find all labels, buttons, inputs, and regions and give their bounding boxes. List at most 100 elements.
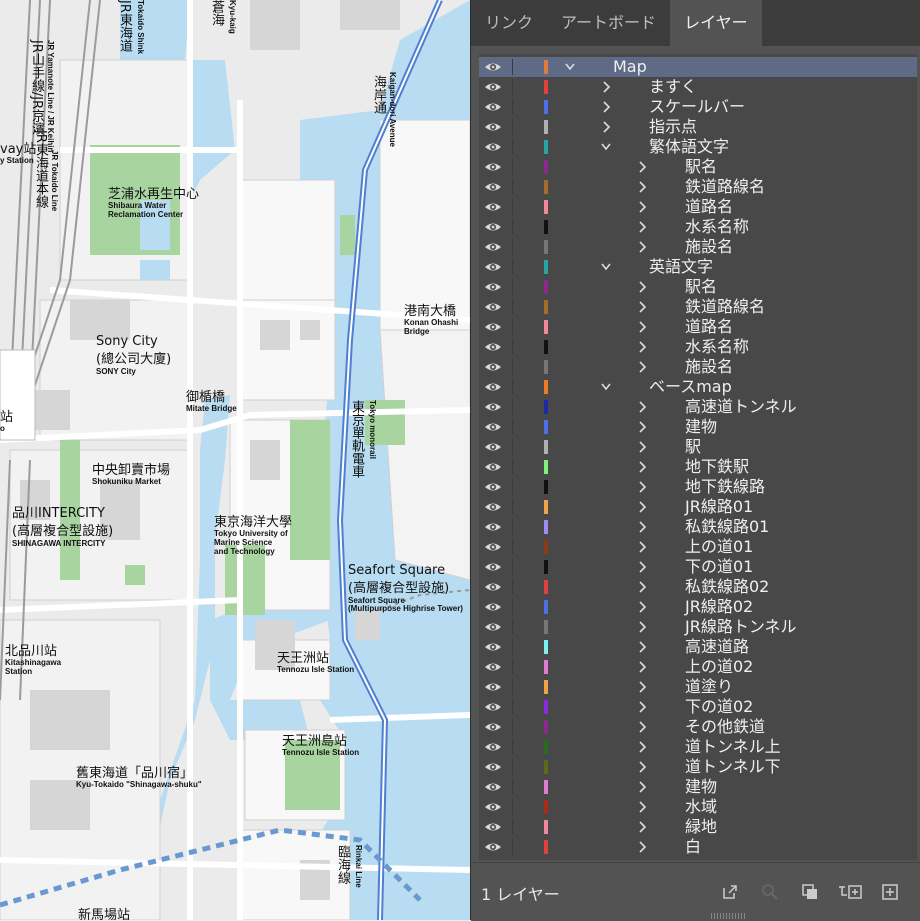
visibility-eye-icon[interactable]: [484, 380, 502, 394]
layer-row[interactable]: 地下鉄線路: [479, 477, 917, 497]
visibility-eye-icon[interactable]: [484, 220, 502, 234]
tab-artboards[interactable]: アートボード: [547, 0, 670, 46]
layer-row[interactable]: 駅名: [479, 157, 917, 177]
lock-column[interactable]: [512, 479, 513, 495]
create-sublayer-icon[interactable]: [837, 883, 863, 901]
lock-column[interactable]: [512, 739, 513, 755]
chevron-right-icon[interactable]: [637, 160, 647, 174]
visibility-eye-icon[interactable]: [484, 500, 502, 514]
chevron-right-icon[interactable]: [637, 660, 647, 674]
visibility-eye-icon[interactable]: [484, 660, 502, 674]
visibility-eye-icon[interactable]: [484, 480, 502, 494]
chevron-down-icon[interactable]: [601, 260, 611, 274]
layer-row[interactable]: 上の道01: [479, 537, 917, 557]
chevron-right-icon[interactable]: [637, 460, 647, 474]
lock-column[interactable]: [512, 79, 513, 95]
lock-column[interactable]: [512, 539, 513, 555]
visibility-eye-icon[interactable]: [484, 160, 502, 174]
lock-column[interactable]: [512, 179, 513, 195]
lock-column[interactable]: [512, 439, 513, 455]
visibility-eye-icon[interactable]: [484, 580, 502, 594]
lock-column[interactable]: [512, 819, 513, 835]
chevron-right-icon[interactable]: [637, 400, 647, 414]
lock-column[interactable]: [512, 619, 513, 635]
visibility-eye-icon[interactable]: [484, 560, 502, 574]
layer-row[interactable]: 繁体語文字: [479, 137, 917, 157]
chevron-right-icon[interactable]: [601, 100, 611, 114]
collect-export-icon[interactable]: [721, 883, 739, 901]
layer-row[interactable]: 建物: [479, 417, 917, 437]
lock-column[interactable]: [512, 499, 513, 515]
lock-column[interactable]: [512, 599, 513, 615]
lock-column[interactable]: [512, 459, 513, 475]
visibility-eye-icon[interactable]: [484, 180, 502, 194]
chevron-right-icon[interactable]: [637, 820, 647, 834]
chevron-right-icon[interactable]: [637, 580, 647, 594]
visibility-eye-icon[interactable]: [484, 840, 502, 854]
locate-object-icon[interactable]: [761, 883, 779, 901]
layer-row[interactable]: 駅名: [479, 277, 917, 297]
layer-row[interactable]: 高速道トンネル: [479, 397, 917, 417]
layer-row[interactable]: 下の道02: [479, 697, 917, 717]
make-clipping-mask-icon[interactable]: [801, 883, 819, 901]
visibility-eye-icon[interactable]: [484, 300, 502, 314]
visibility-eye-icon[interactable]: [484, 320, 502, 334]
lock-column[interactable]: [512, 799, 513, 815]
layer-row[interactable]: 私鉄線路01: [479, 517, 917, 537]
lock-column[interactable]: [512, 699, 513, 715]
chevron-right-icon[interactable]: [637, 600, 647, 614]
chevron-right-icon[interactable]: [637, 340, 647, 354]
chevron-down-icon[interactable]: [601, 140, 611, 154]
visibility-eye-icon[interactable]: [484, 440, 502, 454]
layer-row[interactable]: 道路名: [479, 317, 917, 337]
visibility-eye-icon[interactable]: [484, 360, 502, 374]
lock-column[interactable]: [512, 519, 513, 535]
chevron-right-icon[interactable]: [637, 780, 647, 794]
chevron-right-icon[interactable]: [637, 360, 647, 374]
layer-row[interactable]: 鉄道路線名: [479, 177, 917, 197]
layer-row[interactable]: ベースmap: [479, 377, 917, 397]
lock-column[interactable]: [512, 219, 513, 235]
chevron-right-icon[interactable]: [637, 840, 647, 854]
layer-row[interactable]: 道路名: [479, 197, 917, 217]
visibility-eye-icon[interactable]: [484, 200, 502, 214]
layer-row[interactable]: 駅: [479, 437, 917, 457]
layer-row[interactable]: 白: [479, 837, 917, 857]
layer-row[interactable]: JR線路02: [479, 597, 917, 617]
visibility-eye-icon[interactable]: [484, 540, 502, 554]
layer-row[interactable]: その他鉄道: [479, 717, 917, 737]
chevron-right-icon[interactable]: [637, 720, 647, 734]
chevron-right-icon[interactable]: [637, 300, 647, 314]
visibility-eye-icon[interactable]: [484, 780, 502, 794]
lock-column[interactable]: [512, 119, 513, 135]
chevron-right-icon[interactable]: [637, 560, 647, 574]
visibility-eye-icon[interactable]: [484, 820, 502, 834]
visibility-eye-icon[interactable]: [484, 800, 502, 814]
chevron-down-icon[interactable]: [565, 60, 575, 74]
chevron-right-icon[interactable]: [637, 760, 647, 774]
layer-row[interactable]: 英語文字: [479, 257, 917, 277]
chevron-right-icon[interactable]: [601, 80, 611, 94]
visibility-eye-icon[interactable]: [484, 240, 502, 254]
layer-row[interactable]: 道トンネル下: [479, 757, 917, 777]
chevron-right-icon[interactable]: [637, 700, 647, 714]
lock-column[interactable]: [512, 679, 513, 695]
visibility-eye-icon[interactable]: [484, 260, 502, 274]
chevron-right-icon[interactable]: [637, 540, 647, 554]
chevron-right-icon[interactable]: [637, 480, 647, 494]
lock-column[interactable]: [512, 299, 513, 315]
lock-column[interactable]: [512, 779, 513, 795]
chevron-down-icon[interactable]: [601, 380, 611, 394]
layer-row[interactable]: 私鉄線路02: [479, 577, 917, 597]
layer-row[interactable]: スケールバー: [479, 97, 917, 117]
lock-column[interactable]: [512, 579, 513, 595]
lock-column[interactable]: [512, 59, 513, 75]
lock-column[interactable]: [512, 719, 513, 735]
lock-column[interactable]: [512, 199, 513, 215]
chevron-right-icon[interactable]: [637, 440, 647, 454]
chevron-right-icon[interactable]: [637, 500, 647, 514]
chevron-right-icon[interactable]: [637, 680, 647, 694]
chevron-right-icon[interactable]: [637, 180, 647, 194]
chevron-right-icon[interactable]: [637, 220, 647, 234]
visibility-eye-icon[interactable]: [484, 140, 502, 154]
